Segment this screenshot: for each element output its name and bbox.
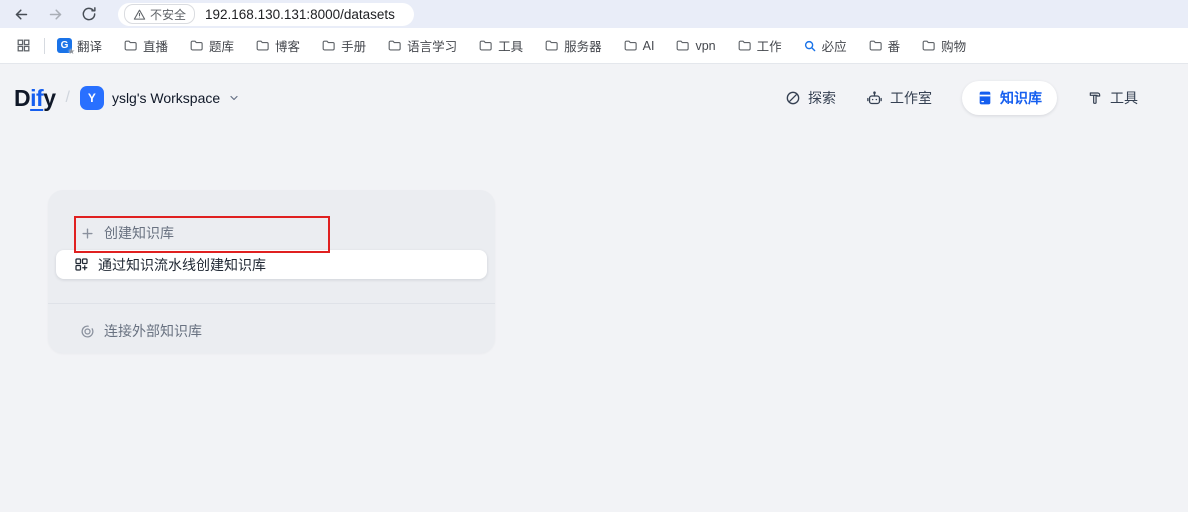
main-nav: 探索 工作室 知识库 工具 [785,81,1138,115]
screen: 不安全 192.168.130.131:8000/datasets G★ 翻译 … [0,0,1188,512]
chevron-down-icon [228,92,240,104]
connect-external-label: 连接外部知识库 [104,321,202,341]
back-icon[interactable] [8,2,34,26]
create-from-pipeline-item[interactable]: 通过知识流水线创建知识库 [56,250,487,279]
bookmark-folder[interactable]: 语言学习 [387,36,457,55]
bookmark-label: 购物 [941,36,966,55]
reload-icon[interactable] [76,2,102,26]
bookmark-folder[interactable]: 番 [868,36,901,55]
card-divider [48,303,495,304]
url-text[interactable]: 192.168.130.131:8000/datasets [205,7,395,22]
bookmark-label: AI [643,39,655,53]
folder-icon [675,38,690,53]
bookmark-folder[interactable]: 直播 [123,36,168,55]
folder-icon [255,38,270,53]
bookmark-translate[interactable]: G★ 翻译 [57,36,102,55]
workspace-avatar: Y [80,86,104,110]
bookmark-label: 工具 [498,36,523,55]
bookmark-label: 必应 [822,36,847,55]
bookmarks-separator [44,38,45,54]
workspace-selector[interactable]: Y yslg's Workspace [80,86,240,110]
folder-icon [921,38,936,53]
folder-icon [623,38,638,53]
bookmark-label: 服务器 [564,36,602,55]
bookmark-folder[interactable]: vpn [675,38,715,53]
search-icon [803,39,817,53]
bookmark-folder[interactable]: 服务器 [544,36,602,55]
bookmark-folder[interactable]: 工具 [478,36,523,55]
bookmark-label: 翻译 [77,36,102,55]
bookmark-folder[interactable]: 题库 [189,36,234,55]
bookmark-folder[interactable]: 手册 [321,36,366,55]
bookmarks-bar: G★ 翻译 直播 题库 博客 手册 语言学习 [0,28,1188,64]
nav-label: 工作室 [890,88,932,108]
bookmark-folder[interactable]: AI [623,38,655,53]
bookmark-folder[interactable]: 购物 [921,36,966,55]
folder-icon [544,38,559,53]
workspace-name: yslg's Workspace [112,90,220,106]
blocks-plus-icon [74,257,89,272]
warning-icon [133,8,146,21]
create-knowledge-card: 创建知识库 通过知识流水线创建知识库 连接外部知识库 [48,190,495,353]
folder-icon [868,38,883,53]
bookmark-folder[interactable]: 工作 [737,36,782,55]
folder-icon [478,38,493,53]
bookmark-label: 直播 [143,36,168,55]
folder-icon [189,38,204,53]
dify-page: Dify / Y yslg's Workspace 探索 工作室 [0,65,1188,512]
explore-icon [785,90,801,106]
bookmark-bing[interactable]: 必应 [803,36,847,55]
bookmark-label: 语言学习 [407,36,457,55]
bookmark-label: 番 [888,36,901,55]
hammer-icon [1087,90,1103,106]
browser-toolbar: 不安全 192.168.130.131:8000/datasets [0,0,1188,28]
create-knowledge-label: 创建知识库 [104,223,174,243]
nav-tools[interactable]: 工具 [1087,88,1138,108]
nav-label: 工具 [1110,88,1138,108]
app-header: Dify / Y yslg's Workspace 探索 工作室 [0,81,1188,115]
robot-icon [866,90,883,107]
bookmark-folder[interactable]: 博客 [255,36,300,55]
bookmark-label: vpn [695,39,715,53]
nav-label: 知识库 [1000,88,1042,108]
address-bar[interactable]: 不安全 192.168.130.131:8000/datasets [118,3,414,26]
bookmark-label: 工作 [757,36,782,55]
bookmark-label: 手册 [341,36,366,55]
folder-icon [321,38,336,53]
nav-studio[interactable]: 工作室 [866,88,932,108]
bookmark-label: 博客 [275,36,300,55]
book-icon [977,90,993,106]
folder-icon [387,38,402,53]
connect-external-item[interactable]: 连接外部知识库 [80,317,202,345]
security-label: 不安全 [150,6,186,23]
breadcrumb-separator: / [65,89,69,107]
nav-label: 探索 [808,88,836,108]
folder-icon [737,38,752,53]
brand-area: Dify / Y yslg's Workspace [14,85,240,112]
nav-knowledge[interactable]: 知识库 [962,81,1057,115]
bookmark-label: 题库 [209,36,234,55]
external-knowledge-icon [80,324,95,339]
bookmarks-list: G★ 翻译 直播 题库 博客 手册 语言学习 [57,36,966,55]
security-chip[interactable]: 不安全 [124,4,195,24]
translate-icon: G★ [57,38,72,53]
dify-logo[interactable]: Dify [14,85,55,112]
forward-icon[interactable] [42,2,68,26]
plus-icon [80,226,95,241]
apps-grid-icon[interactable] [12,35,34,57]
folder-icon [123,38,138,53]
create-knowledge-item[interactable]: 创建知识库 [80,219,174,247]
nav-explore[interactable]: 探索 [785,88,836,108]
create-from-pipeline-label: 通过知识流水线创建知识库 [98,255,266,275]
